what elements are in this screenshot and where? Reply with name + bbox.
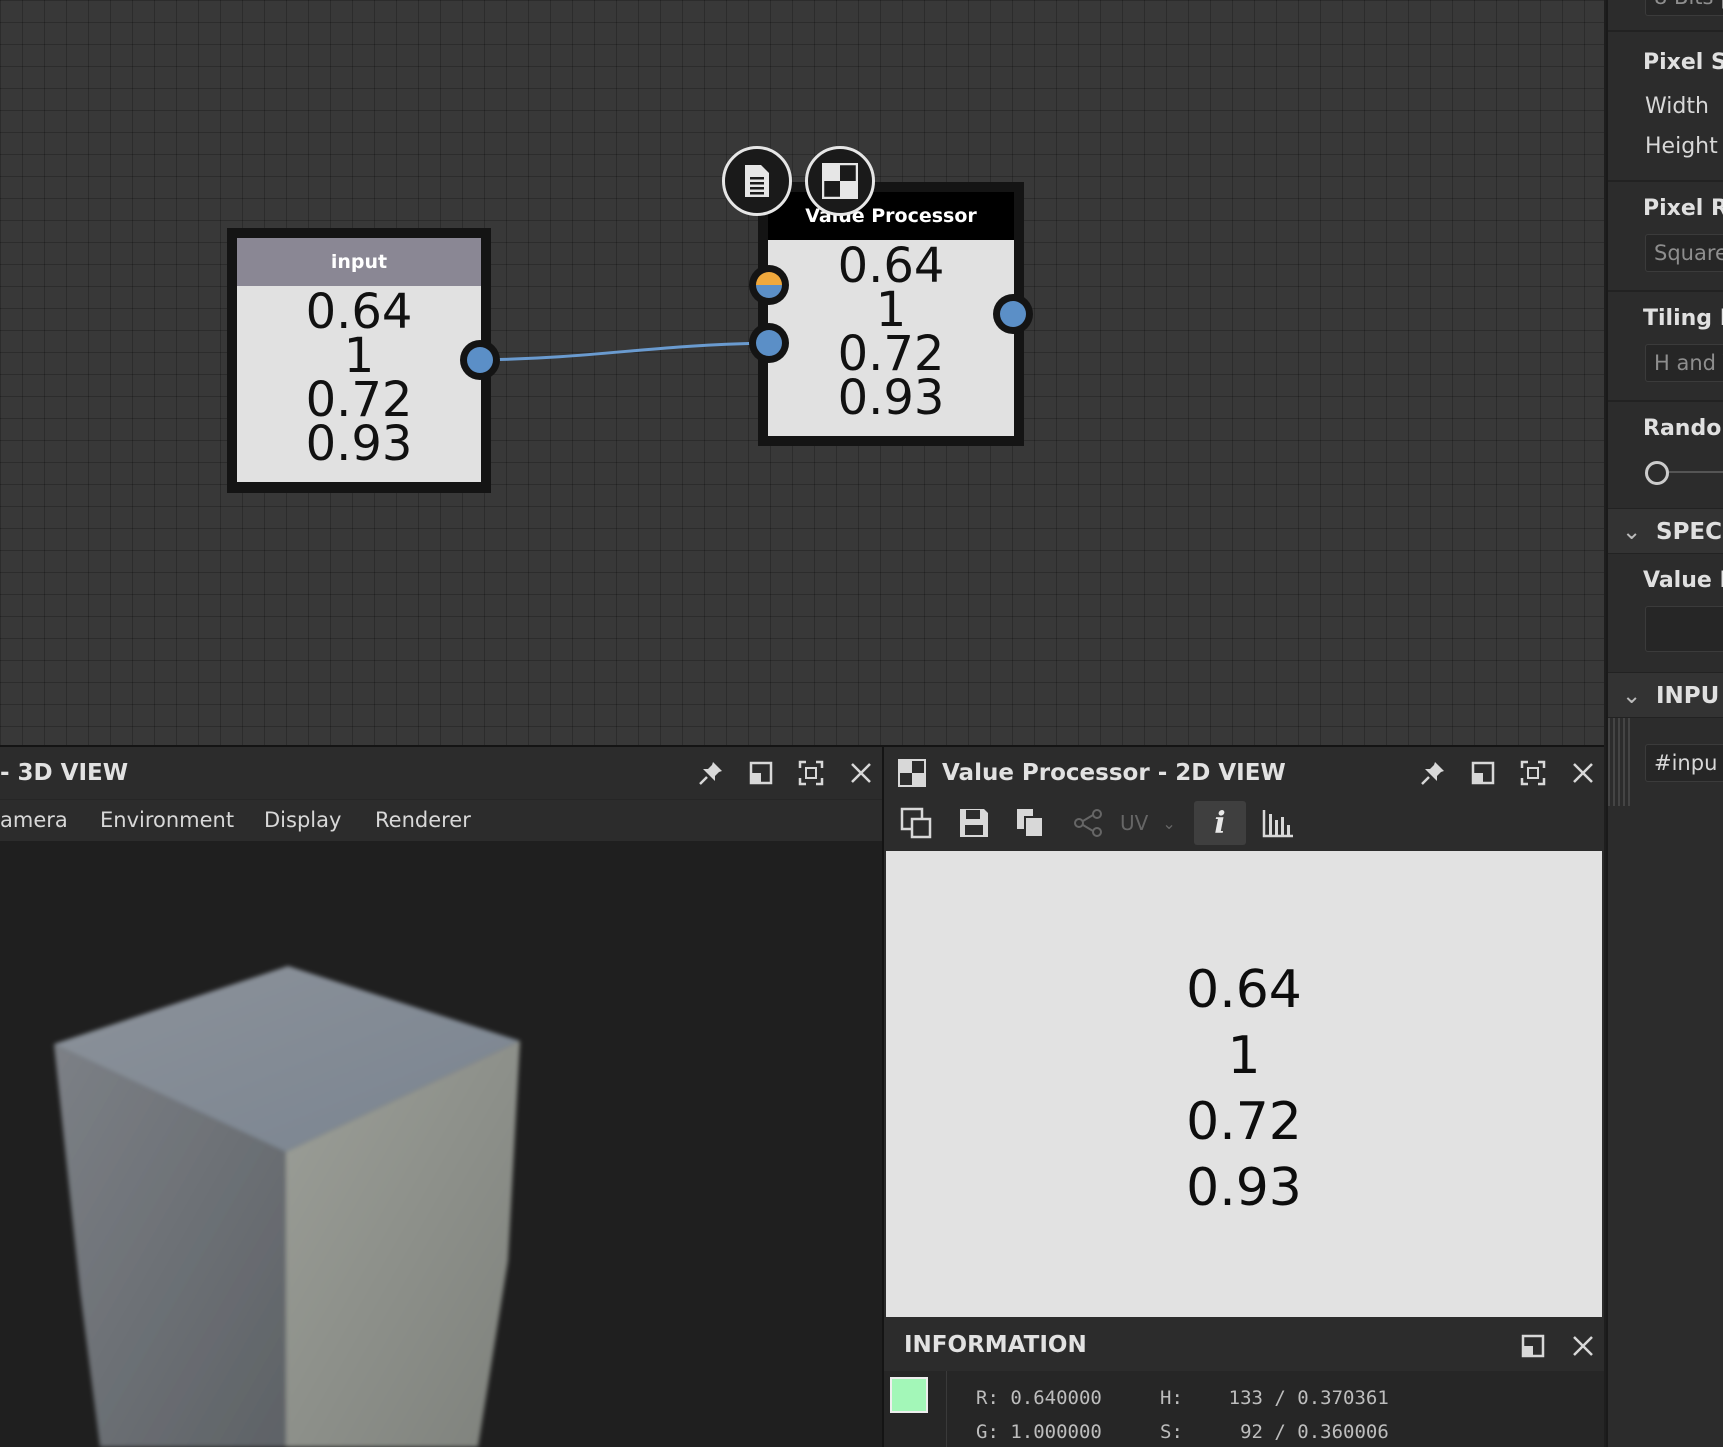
tiling-mode-label: Tiling M — [1643, 306, 1723, 331]
vp-node-input-port-2[interactable] — [749, 323, 789, 363]
uv-label: UV — [1120, 811, 1149, 835]
input-identifier-field[interactable]: #inpu — [1645, 744, 1723, 782]
node-preview-toggle-button[interactable] — [805, 146, 875, 216]
document-icon — [745, 165, 769, 197]
value-processor-label: Value P — [1643, 568, 1723, 593]
3d-view-panel: - 3D VIEW amera Environment Display Rend… — [0, 747, 882, 1447]
float-window-icon[interactable] — [1468, 758, 1498, 788]
input-node-preview: 0.64 1 0.72 0.93 — [237, 286, 481, 482]
width-label: Width — [1645, 94, 1709, 119]
section-input-header[interactable]: ⌄ INPU — [1608, 672, 1723, 718]
info-toggle-button[interactable]: i — [1194, 801, 1246, 845]
pixel-size-label: Pixel Si — [1643, 50, 1723, 75]
pin-icon[interactable] — [1418, 758, 1448, 788]
export-icon — [900, 807, 932, 839]
preview-value-1: 0.64 — [1186, 960, 1302, 1020]
input-node[interactable]: input 0.64 1 0.72 0.93 — [227, 228, 491, 493]
info-icon: i — [1214, 805, 1226, 841]
input-node-title: input — [237, 238, 481, 286]
color-swatch — [890, 1377, 928, 1413]
menu-renderer[interactable]: Renderer — [375, 808, 471, 832]
3d-view-menubar: amera Environment Display Renderer — [0, 799, 882, 841]
red-value: R: 0.640000 — [976, 1387, 1102, 1409]
float-window-icon[interactable] — [746, 758, 776, 788]
section-specific-title: SPEC — [1656, 519, 1723, 545]
value-processor-node[interactable]: Value Processor 0.64 1 0.72 0.93 — [758, 182, 1024, 446]
scroll-grip[interactable] — [1608, 718, 1632, 806]
3d-view-header: - 3D VIEW — [0, 747, 882, 799]
green-value: G: 1.000000 — [976, 1421, 1102, 1443]
hue-value: H: 133 / 0.370361 — [1160, 1387, 1389, 1409]
close-icon[interactable] — [846, 758, 876, 788]
3d-cube-preview[interactable] — [0, 841, 882, 1447]
pixel-ratio-dropdown[interactable]: Square — [1645, 234, 1723, 272]
preview-value-4: 0.93 — [1186, 1158, 1302, 1218]
section-specific-header[interactable]: ⌄ SPEC — [1608, 508, 1723, 554]
input-node-value-4: 0.93 — [305, 416, 413, 472]
value-processor-field[interactable] — [1645, 606, 1723, 652]
saturation-value: S: 92 / 0.360006 — [1160, 1421, 1389, 1443]
share-icon — [1074, 809, 1102, 837]
maximize-icon[interactable] — [796, 758, 826, 788]
random-seed-label: Randon — [1643, 416, 1723, 441]
value-processor-node-preview: 0.64 1 0.72 0.93 — [768, 240, 1014, 436]
preview-value-3: 0.72 — [1186, 1092, 1302, 1152]
pixel-ratio-label: Pixel Ra — [1643, 196, 1723, 221]
information-header: INFORMATION — [884, 1321, 1604, 1371]
input-node-output-port[interactable] — [460, 340, 500, 380]
2d-view-title: Value Processor - 2D VIEW — [942, 760, 1286, 786]
slider-handle[interactable] — [1645, 461, 1669, 485]
checker-icon — [898, 759, 926, 787]
share-button[interactable] — [1068, 803, 1108, 843]
height-label: Height — [1645, 134, 1718, 159]
chevron-down-icon: ⌄ — [1622, 519, 1642, 545]
tiling-mode-dropdown[interactable]: H and V — [1645, 344, 1723, 382]
close-icon[interactable] — [1568, 1331, 1598, 1361]
chevron-down-icon: ⌄ — [1622, 683, 1642, 709]
uv-dropdown[interactable]: UV ⌄ — [1120, 803, 1190, 843]
3d-view-title: - 3D VIEW — [0, 760, 129, 786]
checker-icon — [822, 163, 858, 199]
save-button[interactable] — [954, 803, 994, 843]
export-image-button[interactable] — [896, 803, 936, 843]
histogram-icon — [1262, 810, 1293, 838]
section-input-title: INPU — [1656, 683, 1720, 709]
2d-view-header: Value Processor - 2D VIEW — [884, 747, 1604, 799]
menu-display[interactable]: Display — [264, 808, 341, 832]
close-icon[interactable] — [1568, 758, 1598, 788]
histogram-button[interactable] — [1258, 803, 1298, 843]
vp-node-input-port-1[interactable] — [749, 265, 789, 305]
2d-view-panel: Value Processor - 2D VIEW UV ⌄ i 0.64 1 … — [884, 747, 1604, 1447]
copy-button[interactable] — [1010, 803, 1050, 843]
information-title: INFORMATION — [904, 1332, 1087, 1358]
random-seed-slider[interactable] — [1645, 460, 1723, 485]
preview-value-2: 1 — [1227, 1026, 1261, 1086]
save-icon — [960, 809, 988, 837]
node-graph-canvas[interactable]: input 0.64 1 0.72 0.93 Value Processor 0… — [0, 0, 1604, 745]
information-panel: INFORMATION R: 0.640000 H: 133 / 0.37036… — [884, 1321, 1604, 1447]
chevron-down-icon: ⌄ — [1162, 813, 1176, 833]
vp-node-value-4: 0.93 — [837, 370, 945, 426]
value-processor-node-title: Value Processor — [768, 192, 1014, 240]
menu-environment[interactable]: Environment — [100, 808, 234, 832]
maximize-icon[interactable] — [1518, 758, 1548, 788]
copy-icon — [1017, 809, 1044, 838]
float-window-icon[interactable] — [1518, 1331, 1548, 1361]
2d-view-toolbar: UV ⌄ i — [884, 799, 1604, 847]
2d-image-preview[interactable]: 0.64 1 0.72 0.93 — [886, 851, 1602, 1317]
vp-node-output-port[interactable] — [993, 294, 1033, 334]
pin-icon[interactable] — [696, 758, 726, 788]
node-document-button[interactable] — [722, 146, 792, 216]
properties-panel: 8 Bits p Pixel Si Width Height Pixel Ra … — [1606, 0, 1723, 1447]
bit-depth-dropdown[interactable]: 8 Bits p — [1645, 0, 1723, 16]
menu-camera[interactable]: amera — [0, 808, 68, 832]
